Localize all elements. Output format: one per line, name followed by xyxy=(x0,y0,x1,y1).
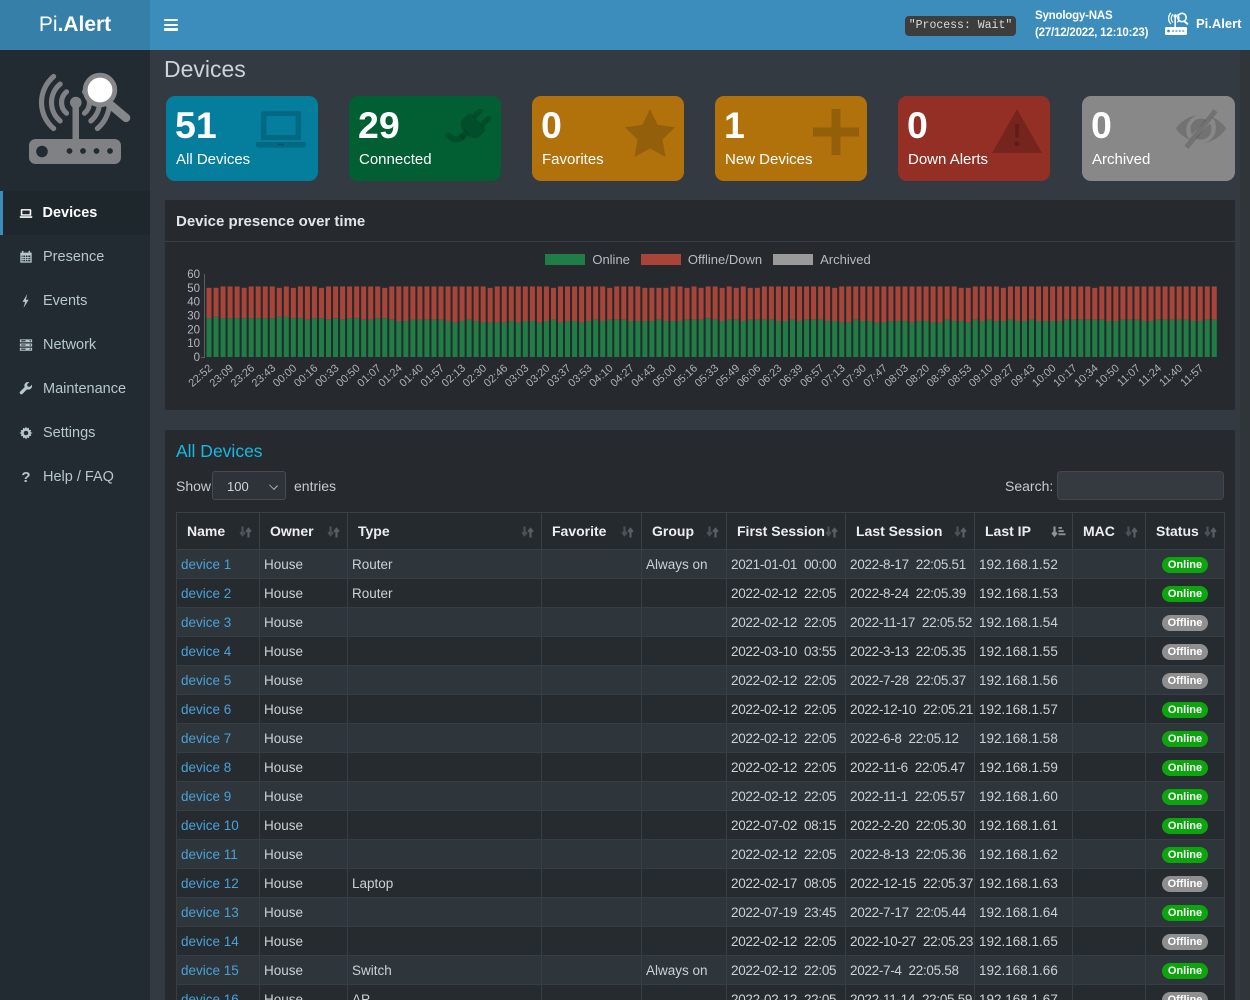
svg-text:10: 10 xyxy=(187,338,200,350)
svg-text:60: 60 xyxy=(187,269,200,281)
svg-text:30: 30 xyxy=(187,311,200,323)
svg-text:50: 50 xyxy=(187,283,200,295)
svg-text:0: 0 xyxy=(194,352,200,364)
svg-text:11:57: 11:57 xyxy=(1178,362,1206,389)
svg-text:40: 40 xyxy=(187,297,200,309)
svg-text:20: 20 xyxy=(187,324,200,336)
svg-text:11:24: 11:24 xyxy=(1136,362,1164,389)
svg-text:10:50: 10:50 xyxy=(1093,362,1121,389)
svg-text:11:40: 11:40 xyxy=(1157,362,1185,389)
svg-text:11:07: 11:07 xyxy=(1115,362,1143,389)
